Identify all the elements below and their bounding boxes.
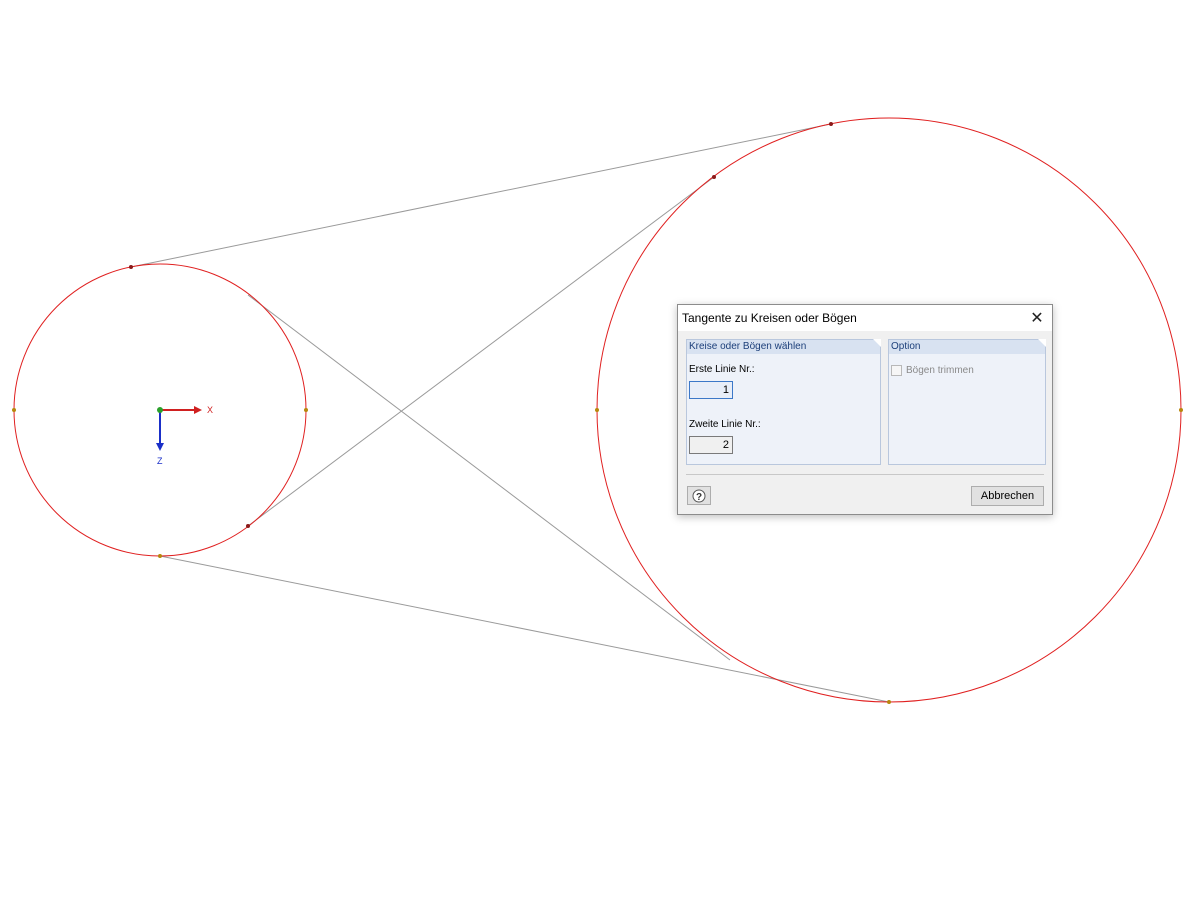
x-axis-label: X	[207, 405, 213, 415]
coordinate-axes: X Z	[156, 405, 213, 466]
node-dot	[12, 408, 16, 412]
tangent-line-bottom	[159, 555, 890, 703]
tangent-dialog: Tangente zu Kreisen oder Bögen ✕ Kreise …	[677, 304, 1053, 515]
z-axis-arrowhead	[156, 443, 164, 451]
origin-marker	[157, 407, 163, 413]
second-line-label: Zweite Linie Nr.:	[689, 419, 761, 430]
z-axis-label: Z	[157, 456, 163, 466]
node-dot	[246, 524, 250, 528]
second-line-input[interactable]: 2	[689, 436, 733, 454]
tangent-line-cross-2	[247, 176, 715, 527]
node-dot	[158, 554, 162, 558]
node-dot	[595, 408, 599, 412]
dialog-title: Tangente zu Kreisen oder Bögen	[682, 311, 857, 325]
group-select-lines: Kreise oder Bögen wählen Erste Linie Nr.…	[686, 339, 881, 465]
group-option: Option Bögen trimmen	[888, 339, 1046, 465]
cancel-button[interactable]: Abbrechen	[971, 486, 1044, 506]
trim-arcs-label: Bögen trimmen	[906, 365, 974, 376]
tangent-line-top	[130, 123, 832, 268]
group-option-header: Option	[889, 339, 1046, 354]
trim-arcs-checkbox[interactable]: Bögen trimmen	[891, 365, 974, 376]
node-dot	[129, 265, 133, 269]
help-button[interactable]: ?	[687, 486, 711, 505]
close-icon[interactable]: ✕	[1022, 305, 1052, 331]
dialog-separator	[686, 474, 1044, 475]
checkbox-box[interactable]	[891, 365, 902, 376]
node-dot	[712, 175, 716, 179]
node-dot	[1179, 408, 1183, 412]
help-icon: ?	[692, 489, 706, 503]
svg-text:?: ?	[696, 492, 702, 503]
node-dot	[304, 408, 308, 412]
x-axis-arrowhead	[194, 406, 202, 414]
tangent-line-cross-1	[247, 294, 731, 661]
first-line-label: Erste Linie Nr.:	[689, 364, 755, 375]
dialog-titlebar[interactable]: Tangente zu Kreisen oder Bögen ✕	[678, 305, 1052, 331]
node-dot	[887, 700, 891, 704]
first-line-input[interactable]: 1	[689, 381, 733, 399]
node-dot	[829, 122, 833, 126]
group-select-lines-header: Kreise oder Bögen wählen	[687, 339, 881, 354]
